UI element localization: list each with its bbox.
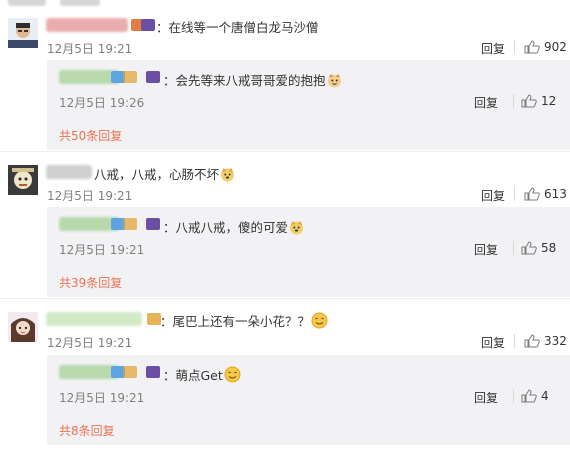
divider [514,40,515,54]
divider [513,94,514,108]
sub-reply-button[interactable]: 回复 [474,94,498,111]
view-more-replies-link[interactable]: 共39条回复 [59,274,122,291]
avatar[interactable] [8,165,38,195]
doge-emoji-icon [289,220,304,235]
sort-tab-hot[interactable] [8,0,46,6]
sub-reply-text: ：八戒八戒，傻的可爱 [163,217,304,236]
level-badge-icon [123,71,137,83]
sub-reply-box: ：会先等来八戒哥哥爱的抱抱 12月5日 19:26 回复 12 共50条回复 [47,60,570,150]
avatar[interactable] [8,18,38,48]
divider [513,241,514,255]
comment-text-content: ：尾巴上还有一朵小花？？ [160,314,311,329]
like-count: 902 [544,40,567,54]
sub-reply-date: 12月5日 19:21 [59,391,145,405]
hug-emoji-icon [327,73,342,88]
doge-emoji-icon [220,167,235,182]
username-blurred[interactable] [46,18,128,32]
sub-like-count: 58 [541,241,557,255]
sub-username-blurred[interactable] [59,70,119,84]
sub-reply-date: 12月5日 19:26 [59,96,145,110]
like-thumb-icon[interactable] [524,187,540,201]
reply-button[interactable]: 回复 [481,187,505,204]
divider [514,334,515,348]
divider [513,389,514,403]
level-badge-icon [123,366,137,378]
divider [514,187,515,201]
vip-badge-icon [146,366,160,378]
sub-reply-text-content: ：萌点Get [163,368,223,383]
sub-reply-box: ：八戒八戒，傻的可爱 12月5日 19:21 回复 58 共39条回复 [47,207,570,297]
like-thumb-icon[interactable] [521,94,537,108]
view-more-replies-link[interactable]: 共50条回复 [59,127,122,144]
comment-text: 八戒，八戒，心肠不坏 [94,164,235,183]
sub-like-count: 12 [541,94,557,108]
comment-date: 12月5日 19:21 [47,42,133,56]
comment-text: ：尾巴上还有一朵小花？？ [160,311,328,330]
sub-reply-text: ：萌点Get [163,365,241,384]
sub-reply-button[interactable]: 回复 [474,389,498,406]
like-count: 613 [544,187,567,201]
sub-reply-text-content: ：会先等来八戒哥哥爱的抱抱 [163,73,326,88]
like-thumb-icon[interactable] [524,40,540,54]
like-count: 332 [544,334,567,348]
sub-reply-button[interactable]: 回复 [474,241,498,258]
username-blurred[interactable] [46,312,142,326]
comment-text: ：在线等一个唐僧白龙马沙僧 [156,20,319,35]
comment-date: 12月5日 19:21 [47,189,133,203]
sub-reply-text: ：会先等来八戒哥哥爱的抱抱 [163,70,342,89]
reply-button[interactable]: 回复 [481,334,505,351]
sort-tab-time[interactable] [60,0,100,6]
vip-badge-icon [141,19,155,31]
like-thumb-icon[interactable] [521,389,537,403]
like-thumb-icon[interactable] [521,241,537,255]
thread-divider [0,151,570,152]
smile-emoji-icon [311,312,328,329]
sub-username-blurred[interactable] [59,365,119,379]
username-blurred[interactable] [46,165,92,179]
level-badge-icon [147,313,161,325]
sort-tabs-partial [0,0,570,8]
vip-badge-icon [146,71,160,83]
vip-badge-icon [146,218,160,230]
view-more-replies-link[interactable]: 共8条回复 [59,422,115,439]
level-badge-icon [123,218,137,230]
comment-date: 12月5日 19:21 [47,336,133,350]
reply-button[interactable]: 回复 [481,40,505,57]
comment-text-content: 八戒，八戒，心肠不坏 [94,167,220,182]
sub-reply-box: ：萌点Get 12月5日 19:21 回复 4 共8条回复 [47,355,570,445]
sub-username-blurred[interactable] [59,217,119,231]
like-thumb-icon[interactable] [524,334,540,348]
sub-like-count: 4 [541,389,549,403]
sub-reply-date: 12月5日 19:21 [59,243,145,257]
sub-reply-text-content: ：八戒八戒，傻的可爱 [163,220,289,235]
avatar[interactable] [8,312,38,342]
smile-emoji-icon [224,366,241,383]
thread-divider [0,298,570,299]
